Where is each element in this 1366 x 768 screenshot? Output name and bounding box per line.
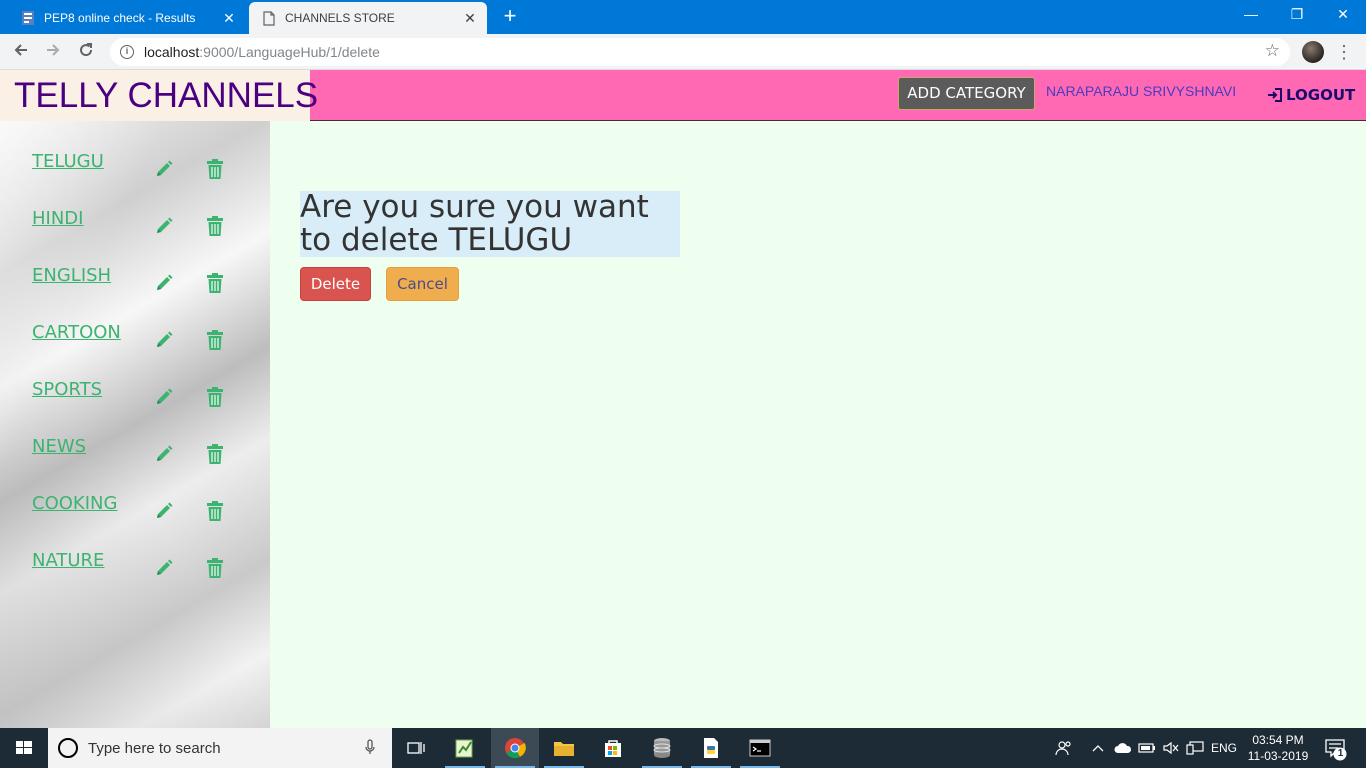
- browser-menu-icon[interactable]: ⋮: [1334, 39, 1354, 65]
- edit-pencil-icon[interactable]: [154, 330, 174, 350]
- delete-trash-icon[interactable]: [206, 215, 224, 237]
- start-button[interactable]: [0, 728, 48, 768]
- logout-icon: [1268, 88, 1282, 102]
- sidebar-category-row: SPORTS: [0, 379, 270, 419]
- reload-icon: [80, 43, 93, 57]
- forward-button[interactable]: [40, 39, 66, 65]
- delete-trash-icon[interactable]: [206, 158, 224, 180]
- windows-logo-icon: [16, 741, 32, 754]
- category-link[interactable]: NEWS: [32, 436, 86, 457]
- database-icon[interactable]: [638, 728, 686, 768]
- restore-window-button[interactable]: ❐: [1274, 0, 1320, 30]
- python-file-icon[interactable]: [687, 728, 735, 768]
- edit-pencil-icon[interactable]: [154, 216, 174, 236]
- delete-trash-icon[interactable]: [206, 443, 224, 465]
- store-icon[interactable]: [589, 728, 637, 768]
- cancel-button[interactable]: Cancel: [386, 267, 459, 301]
- pep8-favicon-icon: [20, 10, 36, 26]
- speaker-muted-icon[interactable]: [1160, 728, 1182, 768]
- browser-tab-strip: PEP8 online check - Results ✕ CHANNELS S…: [0, 0, 1366, 34]
- category-link[interactable]: TELUGU: [32, 151, 104, 172]
- search-placeholder: Type here to search: [88, 739, 221, 757]
- delete-trash-icon[interactable]: [206, 500, 224, 522]
- tab-title: CHANNELS STORE: [285, 11, 395, 25]
- close-tab-icon[interactable]: ✕: [218, 10, 240, 27]
- people-icon[interactable]: [1052, 728, 1076, 768]
- battery-icon[interactable]: [1136, 728, 1158, 768]
- close-tab-icon[interactable]: ✕: [459, 10, 481, 27]
- add-category-button[interactable]: ADD CATEGORY: [898, 77, 1035, 110]
- delete-trash-icon[interactable]: [206, 557, 224, 579]
- tab-title: PEP8 online check - Results: [44, 11, 196, 25]
- action-center-button[interactable]: 1: [1320, 728, 1360, 768]
- clock-time: 03:54 PM: [1252, 733, 1304, 747]
- category-link[interactable]: NATURE: [32, 550, 104, 571]
- windows-taskbar: Type here to search ENG 03:54 PM 11-03-2…: [0, 728, 1366, 768]
- browser-toolbar: i localhost:9000/LanguageHub/1/delete ☆ …: [0, 34, 1366, 70]
- sidebar-category-row: HINDI: [0, 208, 270, 248]
- logout-link[interactable]: LOGOUT: [1267, 86, 1355, 104]
- sidebar-category-row: CARTOON: [0, 322, 270, 362]
- file-explorer-icon[interactable]: [540, 728, 588, 768]
- delete-trash-icon[interactable]: [206, 329, 224, 351]
- category-link[interactable]: ENGLISH: [32, 265, 111, 286]
- edit-pencil-icon[interactable]: [154, 273, 174, 293]
- sidebar-category-row: NATURE: [0, 550, 270, 590]
- category-link[interactable]: CARTOON: [32, 322, 121, 343]
- edit-pencil-icon[interactable]: [154, 387, 174, 407]
- delete-button[interactable]: Delete: [300, 267, 371, 301]
- bookmark-star-icon[interactable]: ☆: [1265, 41, 1280, 61]
- page-favicon-icon: [261, 10, 277, 26]
- close-window-button[interactable]: ✕: [1320, 0, 1366, 30]
- arrow-left-icon: [14, 44, 27, 56]
- delete-trash-icon[interactable]: [206, 386, 224, 408]
- command-prompt-icon[interactable]: [736, 728, 784, 768]
- edit-pencil-icon[interactable]: [154, 159, 174, 179]
- category-link[interactable]: COOKING: [32, 493, 117, 514]
- network-icon[interactable]: [1184, 728, 1206, 768]
- site-info-icon[interactable]: i: [120, 45, 134, 59]
- category-link[interactable]: HINDI: [32, 208, 83, 229]
- taskbar-search[interactable]: Type here to search: [48, 728, 392, 768]
- logout-label: LOGOUT: [1286, 86, 1356, 104]
- delete-confirmation-text: Are you sure you want to delete TELUGU: [300, 191, 680, 257]
- address-bar[interactable]: i localhost:9000/LanguageHub/1/delete ☆: [110, 38, 1290, 66]
- url-path: :9000/LanguageHub/1/delete: [199, 44, 380, 60]
- arrow-right-icon: [47, 44, 60, 56]
- edit-pencil-icon[interactable]: [154, 558, 174, 578]
- sidebar-category-row: TELUGU: [0, 151, 270, 191]
- delete-trash-icon[interactable]: [206, 272, 224, 294]
- category-link[interactable]: SPORTS: [32, 379, 102, 400]
- user-name: NARAPARAJU SRIVYSHNAVI: [1046, 83, 1237, 99]
- cortana-icon: [58, 738, 78, 758]
- back-button[interactable]: [8, 39, 34, 65]
- new-tab-button[interactable]: +: [497, 4, 523, 30]
- notification-count: 1: [1337, 748, 1344, 759]
- edit-pencil-icon[interactable]: [154, 501, 174, 521]
- system-clock[interactable]: 03:54 PM 11-03-2019: [1244, 732, 1312, 764]
- task-view-icon[interactable]: [392, 728, 440, 768]
- chrome-icon[interactable]: [491, 728, 539, 768]
- site-brand[interactable]: TELLY CHANNELS: [0, 70, 318, 121]
- sidebar-category-row: COOKING: [0, 493, 270, 533]
- onedrive-cloud-icon[interactable]: [1112, 728, 1134, 768]
- page-body: TELLY CHANNELS ADD CATEGORY NARAPARAJU S…: [0, 70, 1366, 728]
- tab-pep8-results[interactable]: PEP8 online check - Results ✕: [8, 2, 246, 34]
- sidebar-category-row: NEWS: [0, 436, 270, 476]
- notepad-plus-icon[interactable]: [441, 728, 489, 768]
- microphone-icon[interactable]: [360, 738, 380, 758]
- language-indicator[interactable]: ENG: [1208, 728, 1240, 768]
- url-host: localhost: [144, 44, 200, 60]
- chevron-up-icon[interactable]: [1088, 728, 1108, 768]
- sidebar-category-row: ENGLISH: [0, 265, 270, 305]
- tab-channels-store[interactable]: CHANNELS STORE ✕: [249, 2, 487, 34]
- edit-pencil-icon[interactable]: [154, 444, 174, 464]
- clock-date: 11-03-2019: [1247, 749, 1309, 763]
- reload-button[interactable]: [73, 39, 99, 65]
- profile-avatar[interactable]: [1302, 41, 1324, 63]
- minimize-window-button[interactable]: —: [1228, 0, 1274, 30]
- site-header: TELLY CHANNELS ADD CATEGORY NARAPARAJU S…: [0, 70, 1366, 121]
- category-sidebar: TELUGU HINDI ENGLISH CARTOON SPORTS NEWS COOKI…: [0, 121, 270, 728]
